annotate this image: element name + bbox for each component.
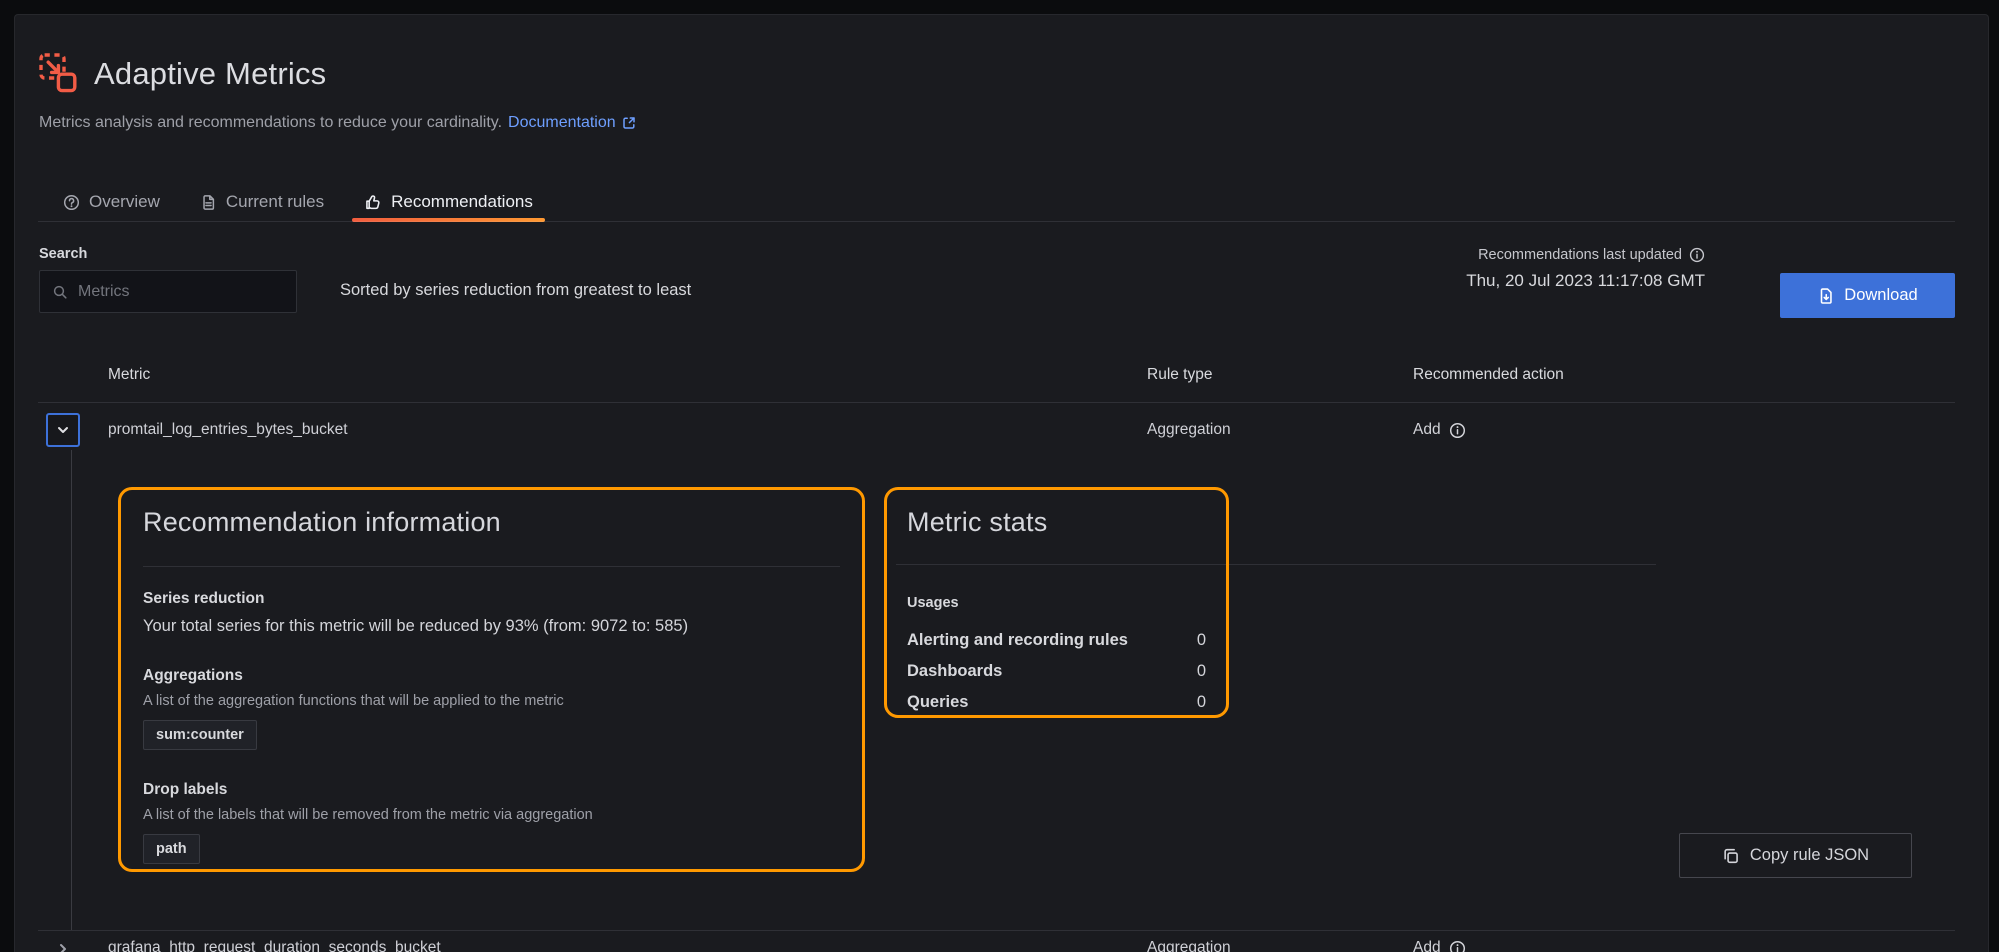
copy-rule-json-button[interactable]: Copy rule JSON	[1679, 833, 1912, 878]
search-input[interactable]	[76, 282, 286, 302]
drop-labels-label: Drop labels	[143, 780, 840, 800]
aggregations-label: Aggregations	[143, 666, 840, 686]
column-header-metric: Metric	[108, 366, 150, 384]
last-updated-value: Thu, 20 Jul 2023 11:17:08 GMT	[1405, 271, 1705, 291]
tab-bar: Overview Current rules Recommendations	[51, 182, 545, 222]
question-circle-icon	[63, 194, 80, 211]
last-updated-label-row: Recommendations last updated	[1478, 247, 1705, 263]
expand-row-button[interactable]	[55, 941, 71, 952]
table-header-divider	[38, 402, 1955, 403]
last-updated-block: Recommendations last updated Thu, 20 Jul…	[1405, 246, 1705, 291]
stat-row: Queries 0	[907, 687, 1206, 718]
panel-divider	[143, 566, 840, 567]
stat-value: 0	[1197, 662, 1206, 681]
download-file-icon	[1817, 287, 1835, 305]
table-row-rule-type: Aggregation	[1147, 421, 1231, 439]
adaptive-metrics-app-icon	[39, 51, 77, 97]
sorted-by-text: Sorted by series reduction from greatest…	[340, 281, 691, 300]
page-subtitle: Metrics analysis and recommendations to …	[39, 111, 502, 135]
adaptive-metrics-page: Adaptive Metrics Metrics analysis and re…	[0, 0, 1999, 952]
stat-value: 0	[1197, 693, 1206, 712]
collapse-row-button[interactable]	[46, 413, 80, 447]
stat-label: Alerting and recording rules	[907, 631, 1128, 650]
table-row-metric-name: grafana_http_request_duration_seconds_bu…	[108, 939, 441, 952]
column-header-rule-type: Rule type	[1147, 366, 1212, 384]
search-icon	[52, 284, 68, 300]
table-row-metric-name: promtail_log_entries_bytes_bucket	[108, 421, 348, 439]
tab-overview[interactable]: Overview	[51, 182, 172, 222]
document-icon	[200, 194, 217, 211]
info-circle-icon[interactable]	[1689, 247, 1705, 263]
column-header-recommended-action: Recommended action	[1413, 366, 1564, 384]
expanded-row-guide-line	[71, 450, 72, 930]
page-subtitle-row: Metrics analysis and recommendations to …	[39, 111, 637, 135]
tab-current-rules[interactable]: Current rules	[188, 182, 336, 222]
tab-recommendations[interactable]: Recommendations	[352, 182, 545, 222]
drop-labels-description: A list of the labels that will be remove…	[143, 805, 840, 825]
tabbar-divider	[38, 221, 1955, 222]
search-input-wrapper	[39, 270, 297, 313]
copy-icon	[1722, 847, 1740, 865]
aggregations-description: A list of the aggregation functions that…	[143, 691, 840, 711]
chevron-down-icon	[55, 422, 71, 438]
table-row-rule-type: Aggregation	[1147, 939, 1231, 952]
search-label: Search	[39, 246, 87, 262]
stat-row: Alerting and recording rules 0	[907, 625, 1206, 656]
metric-stats-panel: Metric stats Usages Alerting and recordi…	[884, 487, 1229, 718]
recommendation-information-title: Recommendation information	[143, 504, 840, 540]
usages-label: Usages	[907, 593, 1206, 613]
recommendation-information-panel: Recommendation information Series reduct…	[118, 487, 865, 872]
stat-label: Dashboards	[907, 662, 1002, 681]
download-button[interactable]: Download	[1780, 273, 1955, 318]
chevron-right-icon	[55, 941, 71, 952]
external-link-icon	[621, 115, 637, 131]
series-reduction-label: Series reduction	[143, 589, 840, 609]
drop-label-chip: path	[143, 834, 200, 864]
documentation-link[interactable]: Documentation	[508, 111, 637, 135]
thumbs-up-icon	[364, 193, 382, 211]
info-circle-icon[interactable]	[1449, 940, 1466, 952]
stat-value: 0	[1197, 631, 1206, 650]
series-reduction-text: Your total series for this metric will b…	[143, 614, 840, 638]
metric-stats-title: Metric stats	[907, 504, 1206, 540]
table-row-recommended-action: Add	[1413, 939, 1466, 952]
stat-label: Queries	[907, 693, 968, 712]
info-circle-icon[interactable]	[1449, 422, 1466, 439]
stat-row: Dashboards 0	[907, 656, 1206, 687]
table-row-recommended-action: Add	[1413, 421, 1466, 439]
page-title: Adaptive Metrics	[94, 52, 326, 96]
row-divider	[38, 930, 1955, 931]
aggregation-chip: sum:counter	[143, 720, 257, 750]
